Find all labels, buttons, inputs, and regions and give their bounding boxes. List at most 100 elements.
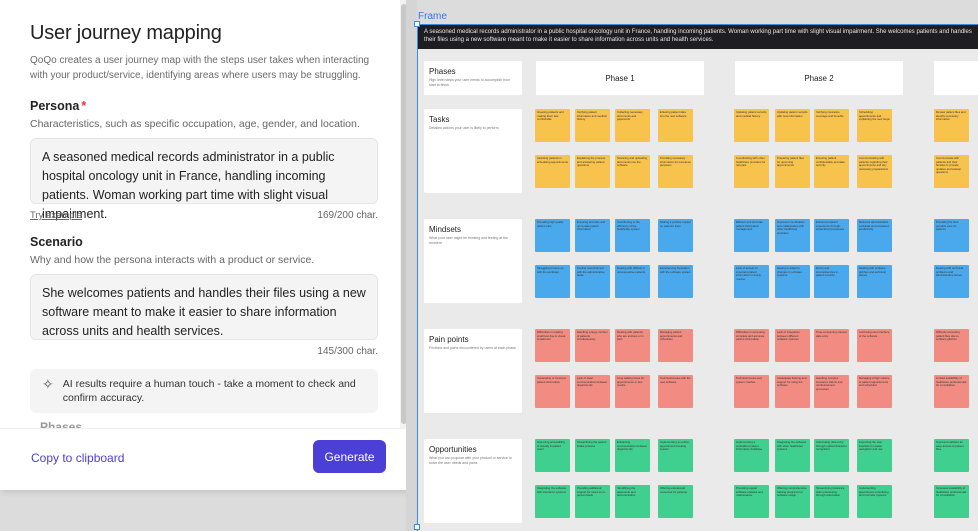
sticky-note[interactable]: Efficient and accurate patient informati…: [734, 219, 769, 252]
row-label-mindsets[interactable]: Mindsets What your user might be thinking…: [424, 219, 522, 303]
sticky-note[interactable]: Communicating with patients regarding th…: [857, 155, 892, 188]
sticky-note[interactable]: Implementing an online appointment booki…: [658, 439, 693, 472]
page-description: QoQo creates a user journey map with the…: [30, 55, 370, 81]
sticky-note[interactable]: Dealing with patients who are anxious or…: [615, 329, 650, 362]
sticky-note[interactable]: Ensuring accurate and up-to-date patient…: [575, 219, 610, 252]
sticky-note[interactable]: Feeling overwhelmed with the administrat…: [575, 265, 610, 298]
sticky-note[interactable]: Improved coordination and collaboration …: [775, 219, 810, 252]
sticky-note[interactable]: Difficulties in reading small text due t…: [535, 329, 570, 362]
sticky-note[interactable]: Lack of integration between different so…: [775, 329, 810, 362]
sticky-note[interactable]: Time-consuming manual data entry: [814, 329, 849, 362]
sticky-note[interactable]: Errors and inconsistencies in patient re…: [814, 265, 849, 298]
sticky-note[interactable]: Ensuring patient confidentiality and dat…: [814, 155, 849, 188]
journey-map-frame[interactable]: A seasoned medical records administrator…: [417, 24, 978, 531]
required-mark: *: [81, 99, 87, 113]
sticky-note[interactable]: Confusing user interface of the software: [857, 329, 892, 362]
sticky-note[interactable]: Long waiting times for appointments or t…: [615, 375, 650, 408]
sticky-note[interactable]: Difficulty accessing patient files due t…: [934, 329, 969, 362]
sticky-note[interactable]: Making a positive impact on patients' li…: [658, 219, 693, 252]
sticky-note[interactable]: Improving accessibility of visually impa…: [535, 439, 570, 472]
sticky-note[interactable]: Integrating the software with other heal…: [775, 439, 810, 472]
phase-box[interactable]: [934, 61, 978, 95]
sticky-note[interactable]: Lack of access to important patient info…: [734, 265, 769, 298]
sticky-note[interactable]: Contributing to the efficiency of the he…: [615, 219, 650, 252]
sticky-note[interactable]: Greeting patients and making them feel c…: [535, 109, 570, 142]
sticky-note[interactable]: Limited availability of healthcare profe…: [934, 375, 969, 408]
sticky-note[interactable]: Assisting patients in scheduling appoint…: [535, 155, 570, 188]
selection-handle-bottom-left[interactable]: [414, 524, 420, 530]
sticky-note[interactable]: Integrating the software with insurance …: [535, 485, 570, 518]
persona-textarea[interactable]: A seasoned medical records administrator…: [30, 138, 378, 221]
sticky-note[interactable]: Having to adapt to changes in software s…: [775, 265, 810, 298]
row-label-opportunities[interactable]: Opportunities What you can propose with y…: [424, 439, 522, 523]
sticky-note[interactable]: Handling complex insurance claims and re…: [814, 375, 849, 408]
sticky-note[interactable]: Increased availability of healthcare pro…: [934, 485, 969, 518]
sticky-note[interactable]: Improving the user interface for easier …: [857, 439, 892, 472]
row-description: What you can propose with your product o…: [429, 456, 512, 465]
sticky-note[interactable]: Managing patient appointments and schedu…: [658, 329, 693, 362]
persona-char-count: 169/200 char.: [317, 210, 378, 221]
sticky-note[interactable]: Handling a large number of patients simu…: [575, 329, 610, 362]
sticky-note[interactable]: Providing regular software updates and m…: [734, 485, 769, 518]
persona-label: Persona *: [30, 99, 87, 113]
sticky-note[interactable]: Lack of clear communication between depa…: [575, 375, 610, 408]
sticky-note[interactable]: Providing additional support for users o…: [575, 485, 610, 518]
sticky-note[interactable]: Providing high quality patient care: [535, 219, 570, 252]
sticky-note[interactable]: Dealing with difficult or uncooperative …: [615, 265, 650, 298]
sticky-note[interactable]: Review patient files and identify necess…: [934, 109, 969, 142]
sticky-note[interactable]: Uncertainty or incorrect patient informa…: [535, 375, 570, 408]
sticky-note[interactable]: Difficulties in accessing complete and a…: [734, 329, 769, 362]
sticky-note[interactable]: Technical issues with the new software: [658, 375, 693, 408]
sticky-note[interactable]: Implementing appointment scheduling and …: [857, 485, 892, 518]
sticky-note[interactable]: Dealing with software glitches and techn…: [857, 265, 892, 298]
sticky-note[interactable]: Providing necessary information for insu…: [658, 155, 693, 188]
canvas-gutter: [406, 0, 417, 531]
sticky-note[interactable]: Offering educational resources for patie…: [658, 485, 693, 518]
phase-box[interactable]: Phase 2: [735, 61, 903, 95]
sticky-note[interactable]: Verifying patient information and medica…: [575, 109, 610, 142]
selection-handle-top-left[interactable]: [414, 21, 420, 27]
sticky-note[interactable]: Simplifying the paperwork and documentat…: [615, 485, 650, 518]
sticky-note[interactable]: Struggling to keep up with the workload: [535, 265, 570, 298]
row-title: Tasks: [429, 115, 450, 124]
sticky-note[interactable]: Updating patient records and medical his…: [734, 109, 769, 142]
sticky-note[interactable]: Communicate with patients and their fami…: [934, 155, 969, 188]
try-example-link[interactable]: Try example: [30, 210, 82, 221]
sticky-note[interactable]: Enhancing communication between departme…: [615, 439, 650, 472]
sticky-note[interactable]: Updating patient records with new inform…: [775, 109, 810, 142]
sticky-note[interactable]: Experiencing frustration with the softwa…: [658, 265, 693, 298]
sticky-note[interactable]: Verifying insurance coverage and benefit…: [814, 109, 849, 142]
sticky-note[interactable]: Explaining the process and answering pat…: [575, 155, 610, 188]
scenario-textarea[interactable]: She welcomes patients and handles their …: [30, 274, 378, 340]
sticky-note[interactable]: Scanning and uploading documents into th…: [615, 155, 650, 188]
row-label-phases[interactable]: Phases High level steps your user needs t…: [424, 61, 522, 95]
sticky-note[interactable]: Dealing with technical problems and admi…: [934, 265, 969, 298]
row-label-pain-points[interactable]: Pain points Frictions and pains encounter…: [424, 329, 522, 413]
panel-scroll-area[interactable]: User journey mapping QoQo creates a user…: [0, 0, 400, 428]
sticky-note[interactable]: Technical issues and system crashes: [734, 375, 769, 408]
sticky-note[interactable]: Reduced administrative workload and incr…: [857, 219, 892, 252]
sticky-note[interactable]: Entering patient data into the new softw…: [658, 109, 693, 142]
sticky-note[interactable]: Coordinating with other healthcare provi…: [734, 155, 769, 188]
row-label-tasks[interactable]: Tasks Detailed actions your user is likel…: [424, 109, 522, 193]
persona-help: Characteristics, such as specific occupa…: [30, 118, 360, 130]
sticky-note[interactable]: Preparing patient files for upcoming app…: [775, 155, 810, 188]
copy-to-clipboard-link[interactable]: Copy to clipboard: [31, 451, 124, 465]
sparkle-icon: ✧: [42, 376, 54, 392]
sticky-note[interactable]: Improved software for easy access to pat…: [934, 439, 969, 472]
sticky-note[interactable]: Inadequate training and support for usin…: [775, 375, 810, 408]
sticky-note[interactable]: Automating data entry through optical ch…: [814, 439, 849, 472]
sticky-note[interactable]: Managing a high volume of patient appoin…: [857, 375, 892, 408]
row-description: What your user might be thinking and fee…: [429, 236, 508, 245]
sticky-note[interactable]: Offering comprehensive training programs…: [775, 485, 810, 518]
generate-button[interactable]: Generate: [313, 440, 386, 473]
sticky-note[interactable]: Scheduling appointments and explaining t…: [857, 109, 892, 142]
sticky-note[interactable]: Streamlining insurance claim processing …: [814, 485, 849, 518]
sticky-note[interactable]: Implementing a centralized patient infor…: [734, 439, 769, 472]
sticky-note[interactable]: Enhanced patient experience through stre…: [814, 219, 849, 252]
sticky-note[interactable]: Streamlining the patient intake process: [575, 439, 610, 472]
phase-box[interactable]: Phase 1: [536, 61, 704, 95]
sticky-note[interactable]: Providing the best possible care for pat…: [934, 219, 969, 252]
sticky-note[interactable]: Collecting necessary documents and paper…: [615, 109, 650, 142]
frame-label[interactable]: Frame: [418, 11, 447, 22]
